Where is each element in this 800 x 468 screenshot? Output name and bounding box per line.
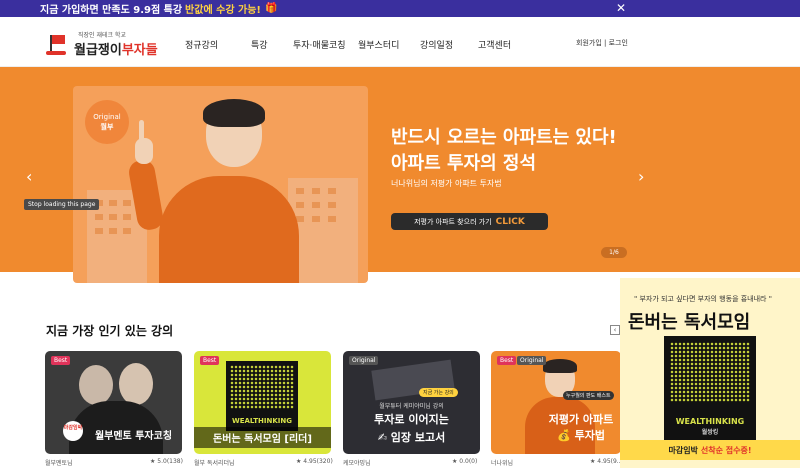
promo-text: 지금 가입하면 만족도 9.9점 특강: [40, 5, 183, 16]
promo-highlight: 반값에 수강 가능!: [185, 5, 261, 16]
auth-links[interactable]: 회원가입 | 로그인: [576, 38, 628, 48]
nav-item-coaching[interactable]: 투자·매물코칭: [293, 38, 346, 51]
site-header: 직장인 재테크 학교 월급쟁이부자들 정규강의 특강 투자·매물코칭 월부스터디…: [0, 17, 800, 67]
logo-tagline: 직장인 재테크 학교: [78, 32, 126, 39]
close-icon[interactable]: ✕: [616, 1, 626, 15]
course-card[interactable]: WEALTHINKING Best 돈버는 독서모임 [리더]: [194, 351, 331, 454]
course-title: 투자로 이어지는: [374, 413, 449, 426]
nav-item-schedule[interactable]: 강의일정: [420, 38, 453, 51]
carousel-prev-icon[interactable]: ‹: [26, 167, 32, 186]
course-card[interactable]: Best 마감임박 월부멘토 투자코칭: [45, 351, 182, 454]
course-title: 돈버는 독서모임 [리더]: [194, 427, 331, 448]
course-subtitle: 월부튜터 케미야미님 강의: [379, 403, 444, 410]
promo-bar[interactable]: 지금 가입하면 만족도 9.9점 특강 반값에 수강 가능! 🎁 ✕: [0, 0, 800, 17]
course-title: 월부멘토 투자코칭: [94, 431, 173, 442]
carousel-next-icon[interactable]: ›: [638, 167, 644, 186]
best-badge: Best: [497, 356, 517, 365]
course-author: 너나위님: [491, 460, 514, 467]
gift-icon: 🎁: [264, 3, 278, 14]
course-rating: ★ 0.0(0): [452, 458, 478, 465]
hero-title-line2: 아파트 투자의 정석: [391, 153, 537, 174]
logo-text: 월급쟁이부자들: [74, 43, 158, 58]
carousel-pager: 1/6: [601, 247, 627, 258]
side-ad-banner[interactable]: " 부자가 되고 싶다면 부자의 행동을 흉내내라 " 돈버는 독서모임 WEA…: [620, 278, 800, 468]
book-cover: WEALTHINKING 월쌍킹: [664, 336, 756, 440]
ad-deadline-band: 마감임박 선착순 접수중!: [620, 440, 800, 460]
nav-item-regular[interactable]: 정규강의: [185, 38, 218, 51]
hero-cta-button[interactable]: 저평가 아파트 찾으러 가기 CLICK: [391, 213, 548, 230]
course-title: 저평가 아파트: [548, 413, 614, 426]
course-rating: ★ 4.95(320): [296, 458, 333, 465]
course-title-line2: 💰 투자법: [557, 429, 605, 442]
course-title-line2: ✍ 임장 보고서: [377, 431, 446, 444]
hero-title-line1: 반드시 오르는 아파트는 있다!: [391, 127, 617, 148]
course-card[interactable]: Best Original 누구월의 판도 배스트 저평가 아파트 💰 투자법: [491, 351, 621, 454]
nav-item-special[interactable]: 특강: [251, 38, 268, 51]
nav-item-support[interactable]: 고객센터: [478, 38, 511, 51]
original-badge: Original: [349, 356, 379, 365]
hero-carousel: ‹ › Original 월부 Stop loading this page 반…: [0, 67, 800, 283]
original-badge: Original 월부: [85, 100, 129, 144]
book-cover: WEALTHINKING: [226, 361, 298, 431]
nav-item-study[interactable]: 월부스터디: [358, 38, 399, 51]
course-author: 케모야밍님: [343, 460, 371, 467]
original-badge: Original: [517, 356, 547, 365]
course-rating: ★ 4.95(9...: [590, 458, 623, 465]
popular-section-title: 지금 가장 인기 있는 강의: [46, 324, 174, 338]
course-rating: ★ 5.0(138): [150, 458, 183, 465]
hero-image-card[interactable]: Original 월부: [73, 86, 368, 283]
course-author: 월부 독서리더님: [194, 460, 235, 467]
best-badge: Best: [51, 356, 71, 365]
ad-title: 돈버는 독서모임: [628, 312, 751, 333]
site-logo[interactable]: 직장인 재테크 학교 월급쟁이부자들: [46, 30, 158, 58]
flag-icon: [46, 33, 68, 55]
course-pill: 지금 가는 강의: [419, 388, 458, 397]
hero-subtitle: 너나위님의 저평가 아파트 투자법: [391, 179, 502, 188]
best-badge: Best: [200, 356, 220, 365]
stop-loading-tooltip: Stop loading this page: [24, 199, 100, 210]
course-author: 월부멘토님: [45, 460, 73, 467]
section-prev-icon[interactable]: ‹: [610, 325, 620, 335]
course-card[interactable]: Original 지금 가는 강의 월부튜터 케미야미님 강의 투자로 이어지는…: [343, 351, 480, 454]
course-pill: 누구월의 판도 배스트: [563, 391, 614, 400]
ad-quote: " 부자가 되고 싶다면 부자의 행동을 흉내내라 ": [634, 295, 772, 303]
